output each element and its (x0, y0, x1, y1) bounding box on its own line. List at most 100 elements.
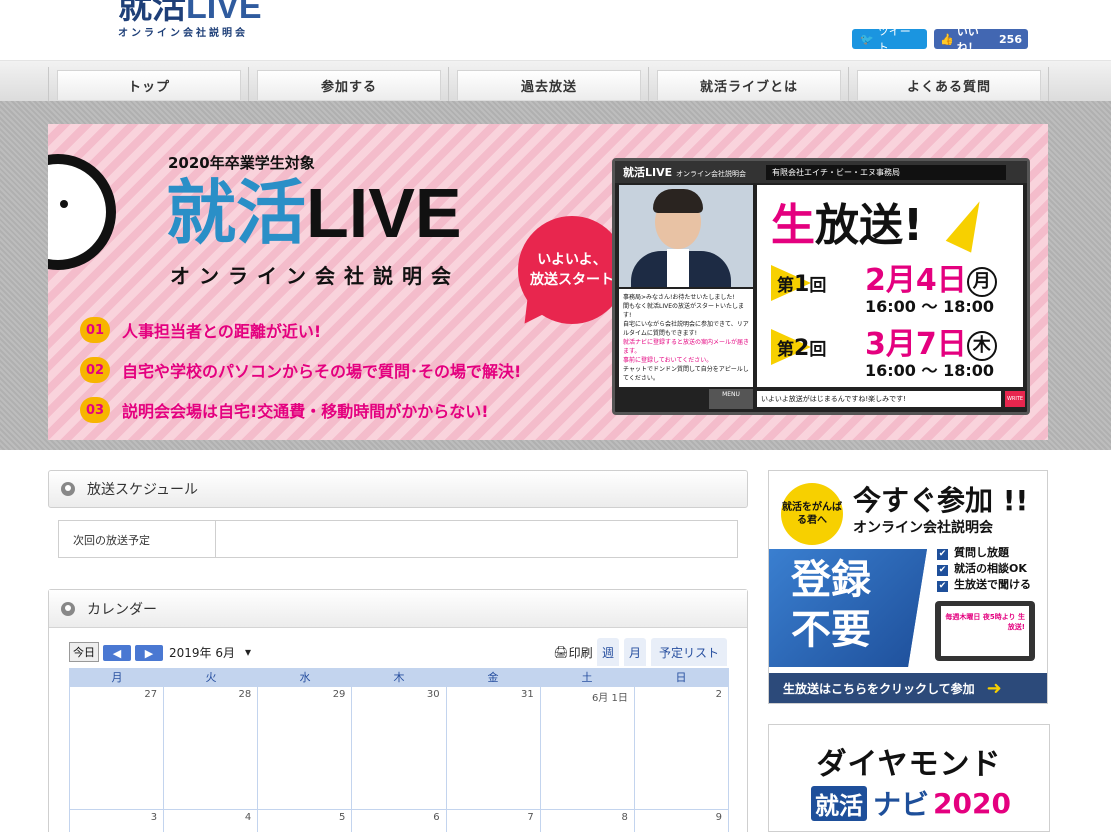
nav-divider (48, 67, 49, 101)
nav-item-faq[interactable]: よくある質問 (857, 70, 1041, 100)
round-2-label: 第2回 (771, 329, 826, 365)
checkbox-icon: ✔ (937, 565, 948, 576)
point-number: 03 (80, 397, 110, 423)
calendar-day[interactable]: 31 (446, 687, 540, 809)
player-company: 有限会社エイチ・ビー・エヌ事務局 (765, 164, 1006, 180)
no-registration-text: 登録 不要 (769, 549, 927, 667)
calendar-day[interactable]: 3 (70, 810, 164, 832)
ad2-title: ダイヤモンド (816, 747, 1002, 782)
check-item: ✔ 就活の相談OK (937, 562, 1027, 576)
nav-divider (248, 67, 249, 101)
logo-text: 就活LIVE (118, 0, 262, 26)
today-button[interactable]: 今日 (69, 642, 99, 662)
weekday-label: 金 (487, 671, 499, 684)
nav-divider (648, 67, 649, 101)
printer-icon: 🖨 (553, 645, 569, 659)
checkbox-icon: ✔ (937, 581, 948, 592)
player-menu: MENU (709, 389, 753, 409)
nav-item-top[interactable]: トップ (57, 70, 241, 100)
presenter-image (619, 185, 753, 287)
social-buttons: 🐦 ツイート 👍 いいね！ 256 (852, 25, 1028, 54)
calendar-day[interactable]: 28 (164, 687, 258, 809)
nav-item-join[interactable]: 参加する (257, 70, 441, 100)
prev-month-button[interactable]: ◀ (103, 645, 131, 661)
round-2-time: 16:00 ～ 18:00 (865, 361, 995, 380)
calendar-day[interactable]: 5 (258, 810, 352, 832)
calendar-day[interactable]: 30 (352, 687, 446, 809)
lightning-icon (945, 195, 993, 253)
weekday-label: 月 (111, 671, 123, 684)
like-label: いいね！ (956, 25, 979, 54)
player-mockup: 就活LIVE オンライン会社説明会 有限会社エイチ・ビー・エヌ事務局 事務局>み… (612, 158, 1030, 415)
calendar-week: 27 28 29 30 31 6月 1日 2 (70, 687, 728, 809)
feature-point: 03 説明会会場は自宅!交通費・移動時間がかからない! (80, 390, 521, 430)
next-month-button[interactable]: ▶ (135, 645, 163, 661)
calendar-day[interactable]: 27 (70, 687, 164, 809)
hero-banner[interactable]: 2020年卒業学生対象 就活LIVE オンライン会社説明会 いよいよ、 放送スタ… (48, 124, 1048, 440)
calendar-day[interactable]: 4 (164, 810, 258, 832)
hero-target: 2020年卒業学生対象 (168, 154, 315, 172)
calendar-day[interactable]: 7 (446, 810, 540, 832)
print-button[interactable]: 🖨 印刷 (551, 642, 595, 662)
thumbs-up-icon: 👍 (940, 32, 954, 46)
like-count: 256 (999, 32, 1022, 46)
feature-point: 01 人事担当者との距離が近い! (80, 310, 521, 350)
section-icon (61, 601, 75, 616)
main-nav: トップ 参加する 過去放送 就活ライブとは よくある質問 (0, 60, 1111, 101)
schedule-panel: 放送スケジュール 次回の放送予定 (48, 470, 748, 568)
calendar-day[interactable]: 8 (540, 810, 634, 832)
calendar-toolbar: 今日 ◀ ▶ 2019年 6月 ▾ 🖨 印刷 週 月 予定リスト (69, 638, 729, 668)
round-1-label: 第1回 (771, 265, 826, 301)
check-item: ✔ 質問し放題 (937, 546, 1009, 560)
diamond-navi-banner[interactable]: ダイヤモンド 就活 ナビ 2020 (768, 724, 1050, 832)
calendar-day[interactable]: 29 (258, 687, 352, 809)
player-chat: 事務局>みなさん!お待たせいたしました! 間もなく就活LIVEの放送がスタートい… (619, 289, 753, 387)
ad-subtitle: オンライン会社説明会 (853, 520, 993, 536)
feature-points: 01 人事担当者との距離が近い! 02 自宅や学校のパソコンからその場で質問･そ… (80, 310, 521, 430)
player-chat-input: いよいよ放送がはじまるんですね!楽しみです! (757, 391, 1001, 407)
nav-divider (1048, 67, 1049, 101)
weekday-label: 土 (581, 671, 593, 684)
point-number: 02 (80, 357, 110, 383)
join-now-banner[interactable]: 就活をがんばる君へ 今すぐ参加 !! オンライン会社説明会 登録 不要 ✔ 質問し… (768, 470, 1048, 704)
weekday-header: 月 火 水 木 金 土 日 (70, 669, 728, 686)
point-text: 人事担当者との距離が近い! (122, 322, 322, 341)
calendar-header: カレンダー (49, 590, 747, 628)
nav-item-about[interactable]: 就活ライブとは (657, 70, 841, 100)
calendar-day[interactable]: 2 (634, 687, 728, 809)
twitter-icon: 🐦 (860, 32, 874, 46)
ad-badge: 就活をがんばる君へ (781, 483, 843, 545)
month-selector[interactable]: 2019年 6月 ▾ (169, 642, 269, 662)
player-announcement: 生放送! 第1回 2月4日月 16:00 ～ 18:00 第2回 3月7日木 1… (757, 185, 1023, 387)
calendar-grid: 月 火 水 木 金 土 日 27 28 29 30 31 6月 1日 2 3 4… (69, 668, 729, 832)
section-icon (61, 482, 75, 496)
checkbox-icon: ✔ (937, 549, 948, 560)
join-live-link[interactable]: 生放送はこちらをクリックして参加 ➜ (769, 673, 1047, 703)
nav-item-archive[interactable]: 過去放送 (457, 70, 641, 100)
tab-week[interactable]: 週 (597, 638, 619, 666)
tweet-button[interactable]: 🐦 ツイート (852, 25, 927, 54)
site-header: 就活LIVE オンライン会社説明会 🐦 ツイート 👍 いいね！ 256 (0, 0, 1111, 60)
calendar-day[interactable]: 6 (352, 810, 446, 832)
weekday-label: 日 (675, 671, 687, 684)
start-bubble: いよいよ、 放送スタート (518, 216, 626, 324)
ad2-brand: 就活 ナビ 2020 (811, 783, 1011, 823)
nav-divider (448, 67, 449, 101)
like-button[interactable]: 👍 いいね！ 256 (934, 25, 1028, 54)
weekday-label: 火 (205, 671, 217, 684)
point-text: 説明会会場は自宅!交通費・移動時間がかからない! (122, 402, 489, 421)
site-logo[interactable]: 就活LIVE オンライン会社説明会 (118, 0, 262, 39)
tab-agenda[interactable]: 予定リスト (651, 638, 727, 666)
calendar-day[interactable]: 6月 1日 (540, 687, 634, 809)
player-titlebar: 就活LIVE オンライン会社説明会 有限会社エイチ・ビー・エヌ事務局 (615, 161, 1027, 183)
tweet-label: ツイート (877, 25, 911, 54)
tab-month[interactable]: 月 (624, 638, 646, 666)
calendar-panel: カレンダー 今日 ◀ ▶ 2019年 6月 ▾ 🖨 印刷 週 月 予定リスト 月 火… (48, 589, 748, 832)
schedule-title: 放送スケジュール (87, 482, 199, 498)
nav-divider (848, 67, 849, 101)
arrow-right-icon: ➜ (986, 677, 1002, 699)
calendar-day[interactable]: 9 (634, 810, 728, 832)
point-number: 01 (80, 317, 110, 343)
laptop-image: 毎週木曜日 夜5時より 生放送! (935, 601, 1035, 661)
ad-checklist: ✔ 質問し放題 ✔ 就活の相談OK ✔ 生放送で聞ける (937, 545, 1031, 593)
